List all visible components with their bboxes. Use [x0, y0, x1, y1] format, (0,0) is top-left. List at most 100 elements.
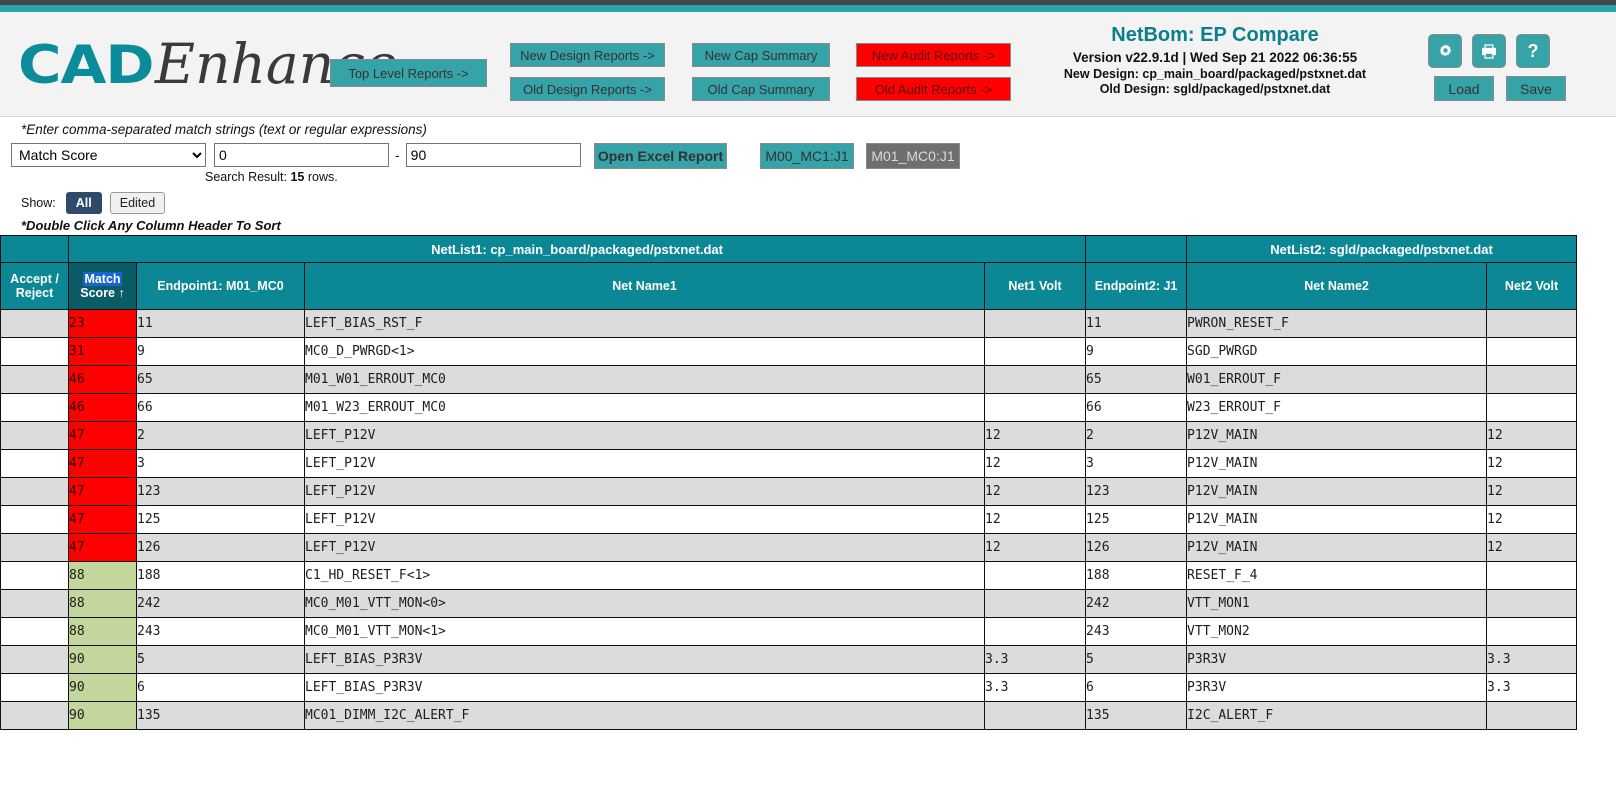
load-save-button-row: Load Save: [1434, 76, 1566, 101]
new-cap-summary-button[interactable]: New Cap Summary: [692, 43, 830, 67]
cell-accept-reject[interactable]: [0, 617, 69, 646]
table-row[interactable]: 46 66 M01_W23_ERROUT_MC0 66 W23_ERROUT_F: [0, 393, 1578, 422]
column-header-net-name2[interactable]: Net Name2: [1186, 262, 1488, 310]
old-cap-summary-button[interactable]: Old Cap Summary: [692, 77, 830, 101]
cell-endpoint2: 9: [1085, 337, 1188, 366]
accept-reject-line1: Accept /: [10, 272, 59, 286]
cell-accept-reject[interactable]: [0, 337, 69, 366]
range-min-input[interactable]: [214, 143, 389, 167]
cell-accept-reject[interactable]: [0, 477, 69, 506]
cell-net-name2: W01_ERROUT_F: [1186, 365, 1488, 394]
show-edited-button[interactable]: Edited: [109, 192, 166, 214]
cell-net1-volt: 12: [983, 421, 1087, 450]
help-button[interactable]: ?: [1516, 34, 1550, 68]
cell-net-name2: P12V_MAIN: [1186, 505, 1488, 534]
cell-net1-volt: [983, 561, 1087, 590]
cell-match-score: 46: [68, 365, 137, 394]
load-button[interactable]: Load: [1434, 76, 1494, 101]
cell-accept-reject[interactable]: [0, 505, 69, 534]
column-header-net-name1[interactable]: Net Name1: [304, 262, 985, 310]
table-row[interactable]: 47 126 LEFT_P12V 12 126 P12V_MAIN 12: [0, 533, 1578, 562]
print-button[interactable]: [1472, 34, 1506, 68]
top-level-reports-button[interactable]: Top Level Reports ->: [330, 59, 487, 87]
new-design-reports-button[interactable]: New Design Reports ->: [510, 43, 665, 67]
table-row[interactable]: 88 188 C1_HD_RESET_F<1> 188 RESET_F_4: [0, 561, 1578, 590]
endpoint-pair-button-1[interactable]: M00_MC1:J1: [760, 143, 854, 169]
cell-match-score: 47: [68, 421, 137, 450]
table-row[interactable]: 46 65 M01_W01_ERROUT_MC0 65 W01_ERROUT_F: [0, 365, 1578, 394]
title-block: NetBom: EP Compare Version v22.9.1d | We…: [1020, 24, 1410, 97]
cell-match-score: 47: [68, 533, 137, 562]
cell-net-name1: LEFT_P12V: [304, 449, 985, 478]
cell-match-score: 90: [68, 673, 137, 702]
filter-field-select[interactable]: Match Score: [11, 143, 206, 167]
cell-match-score: 47: [68, 449, 137, 478]
question-mark-icon: ?: [1527, 41, 1539, 61]
cell-accept-reject[interactable]: [0, 701, 69, 730]
cell-accept-reject[interactable]: [0, 365, 69, 394]
cell-endpoint2: 66: [1085, 393, 1188, 422]
search-result-prefix: Search Result:: [205, 170, 291, 184]
table-row[interactable]: 23 11 LEFT_BIAS_RST_F 11 PWRON_RESET_F: [0, 309, 1578, 338]
save-button[interactable]: Save: [1506, 76, 1566, 101]
cell-accept-reject[interactable]: [0, 673, 69, 702]
cell-net-name1: LEFT_BIAS_P3R3V: [304, 645, 985, 674]
cell-accept-reject[interactable]: [0, 309, 69, 338]
cell-net2-volt: 3.3: [1486, 645, 1578, 674]
header-icon-button-row: ?: [1428, 34, 1550, 68]
old-audit-reports-button[interactable]: Old Audit Reports ->: [856, 77, 1011, 101]
table-row[interactable]: 31 9 MC0_D_PWRGD<1> 9 SGD_PWRGD: [0, 337, 1578, 366]
show-all-button[interactable]: All: [65, 192, 102, 214]
table-row[interactable]: 47 3 LEFT_P12V 12 3 P12V_MAIN 12: [0, 449, 1578, 478]
cell-net-name1: MC0_D_PWRGD<1>: [304, 337, 985, 366]
table-row[interactable]: 90 135 MC01_DIMM_I2C_ALERT_F 135 I2C_ALERT_F: [0, 701, 1578, 730]
table-row[interactable]: 88 243 MC0_M01_VTT_MON<1> 243 VTT_MON2: [0, 617, 1578, 646]
column-header-endpoint2[interactable]: Endpoint2: J1: [1085, 262, 1188, 310]
cell-net2-volt: 3.3: [1486, 673, 1578, 702]
cell-net-name2: P12V_MAIN: [1186, 421, 1488, 450]
cell-accept-reject[interactable]: [0, 533, 69, 562]
cell-accept-reject[interactable]: [0, 561, 69, 590]
cell-match-score: 88: [68, 589, 137, 618]
audit-reports-button-group: New Audit Reports -> Old Audit Reports -…: [856, 43, 1011, 111]
column-header-net1-volt[interactable]: Net1 Volt: [983, 262, 1087, 310]
table-row[interactable]: 88 242 MC0_M01_VTT_MON<0> 242 VTT_MON1: [0, 589, 1578, 618]
cell-accept-reject[interactable]: [0, 421, 69, 450]
cell-net2-volt: [1486, 337, 1578, 366]
table-row[interactable]: 47 125 LEFT_P12V 12 125 P12V_MAIN 12: [0, 505, 1578, 534]
column-header-endpoint1[interactable]: Endpoint1: M01_MC0: [136, 262, 305, 310]
settings-button[interactable]: [1428, 34, 1462, 68]
cell-net1-volt: [983, 365, 1087, 394]
cell-net-name2: SGD_PWRGD: [1186, 337, 1488, 366]
endpoint-pair-button-2[interactable]: M01_MC0:J1: [866, 143, 960, 169]
table-row[interactable]: 47 2 LEFT_P12V 12 2 P12V_MAIN 12: [0, 421, 1578, 450]
table-row[interactable]: 47 123 LEFT_P12V 12 123 P12V_MAIN 12: [0, 477, 1578, 506]
cell-accept-reject[interactable]: [0, 449, 69, 478]
open-excel-report-button[interactable]: Open Excel Report: [594, 143, 727, 169]
cell-accept-reject[interactable]: [0, 589, 69, 618]
cell-accept-reject[interactable]: [0, 393, 69, 422]
cell-net-name1: C1_HD_RESET_F<1>: [304, 561, 985, 590]
cell-endpoint2: 125: [1085, 505, 1188, 534]
new-audit-reports-button[interactable]: New Audit Reports ->: [856, 43, 1011, 67]
match-strings-hint: *Enter comma-separated match strings (te…: [21, 122, 427, 137]
column-header-net2-volt[interactable]: Net2 Volt: [1486, 262, 1578, 310]
search-result-count: 15: [290, 170, 305, 184]
group-header-spacer-middle: [1085, 235, 1188, 263]
table-row[interactable]: 90 5 LEFT_BIAS_P3R3V 3.3 5 P3R3V 3.3: [0, 645, 1578, 674]
cell-endpoint2: 3: [1085, 449, 1188, 478]
cell-net2-volt: [1486, 393, 1578, 422]
table-group-header-row: NetList1: cp_main_board/packaged/pstxnet…: [0, 235, 1578, 263]
cell-net1-volt: [983, 309, 1087, 338]
cell-endpoint1: 2: [136, 421, 305, 450]
cell-endpoint1: 11: [136, 309, 305, 338]
table-row[interactable]: 90 6 LEFT_BIAS_P3R3V 3.3 6 P3R3V 3.3: [0, 673, 1578, 702]
column-header-accept-reject[interactable]: Accept / Reject: [0, 262, 69, 310]
range-max-input[interactable]: [405, 143, 581, 167]
cell-net1-volt: 12: [983, 533, 1087, 562]
cell-net-name1: LEFT_P12V: [304, 477, 985, 506]
old-design-reports-button[interactable]: Old Design Reports ->: [510, 77, 665, 101]
cell-accept-reject[interactable]: [0, 645, 69, 674]
column-header-match-score[interactable]: Match Score ↑: [68, 262, 137, 310]
cell-endpoint1: 125: [136, 505, 305, 534]
